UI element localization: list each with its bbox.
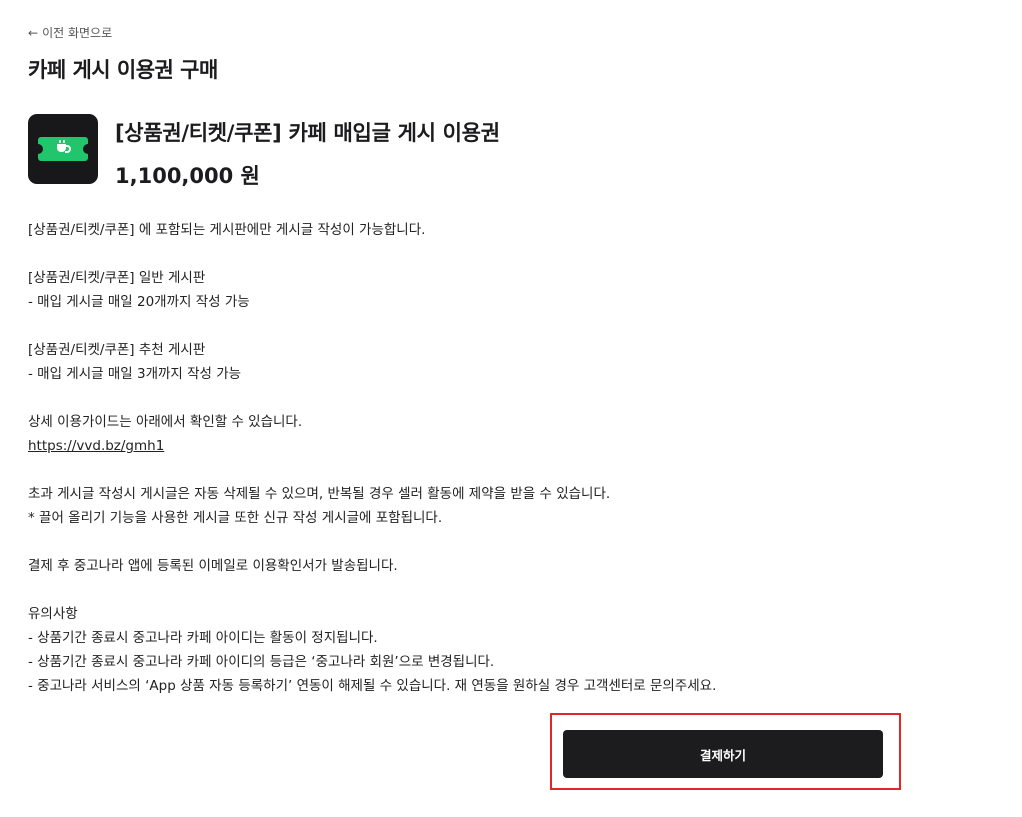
description-line: 상세 이용가이드는 아래에서 확인할 수 있습니다. (28, 414, 303, 430)
page-title: 카페 게시 이용권 구매 (28, 58, 218, 82)
description-blank-line (28, 530, 988, 554)
pay-button[interactable]: 결제하기 (563, 730, 883, 778)
product-name: [상품권/티켓/쿠폰] 카페 매입글 게시 이용권 (115, 121, 500, 145)
notice-item: - 중고나라 서비스의 ‘App 상품 자동 등록하기’ 연동이 해제될 수 있… (28, 678, 717, 694)
product-description: [상품권/티켓/쿠폰] 에 포함되는 게시판에만 게시글 작성이 가능합니다. … (28, 218, 988, 698)
description-line: - 매입 게시글 매일 20개까지 작성 가능 (28, 294, 250, 310)
description-line: [상품권/티켓/쿠폰] 추천 게시판 (28, 342, 206, 358)
description-line: 결제 후 중고나라 앱에 등록된 이메일로 이용확인서가 발송됩니다. (28, 558, 398, 574)
description-line: 초과 게시글 작성시 게시글은 자동 삭제될 수 있으며, 반복될 경우 셀러 … (28, 486, 611, 502)
description-blank-line (28, 242, 988, 266)
back-link[interactable]: ← 이전 화면으로 (28, 24, 112, 41)
description-blank-line (28, 314, 988, 338)
guide-link[interactable]: https://vvd.bz/gmh1 (28, 438, 164, 454)
description-line: * 끌어 올리기 기능을 사용한 게시글 또한 신규 작성 게시글에 포함됩니다… (28, 510, 443, 526)
description-line: - 매입 게시글 매일 3개까지 작성 가능 (28, 366, 242, 382)
guide-link-line: https://vvd.bz/gmh1 (28, 434, 988, 458)
notice-item: - 상품기간 종료시 중고나라 카페 아이디의 등급은 ‘중고나라 회원’으로 … (28, 654, 495, 670)
product-price: 1,100,000 원 (115, 164, 260, 188)
product-summary: [상품권/티켓/쿠폰] 카페 매입글 게시 이용권 1,100,000 원 (28, 114, 500, 190)
notice-heading: 유의사항 (28, 606, 78, 622)
description-line: [상품권/티켓/쿠폰] 에 포함되는 게시판에만 게시글 작성이 가능합니다. (28, 222, 426, 238)
arrow-left-icon: ← (28, 25, 39, 40)
description-blank-line (28, 458, 988, 482)
coffee-ticket-icon (28, 114, 98, 184)
product-info: [상품권/티켓/쿠폰] 카페 매입글 게시 이용권 1,100,000 원 (115, 114, 500, 190)
description-blank-line (28, 386, 988, 410)
back-link-label: 이전 화면으로 (42, 26, 113, 40)
description-blank-line (28, 578, 988, 602)
notice-item: - 상품기간 종료시 중고나라 카페 아이디는 활동이 정지됩니다. (28, 630, 378, 646)
ticket-shape (33, 137, 93, 161)
description-line: [상품권/티켓/쿠폰] 일반 게시판 (28, 270, 206, 286)
